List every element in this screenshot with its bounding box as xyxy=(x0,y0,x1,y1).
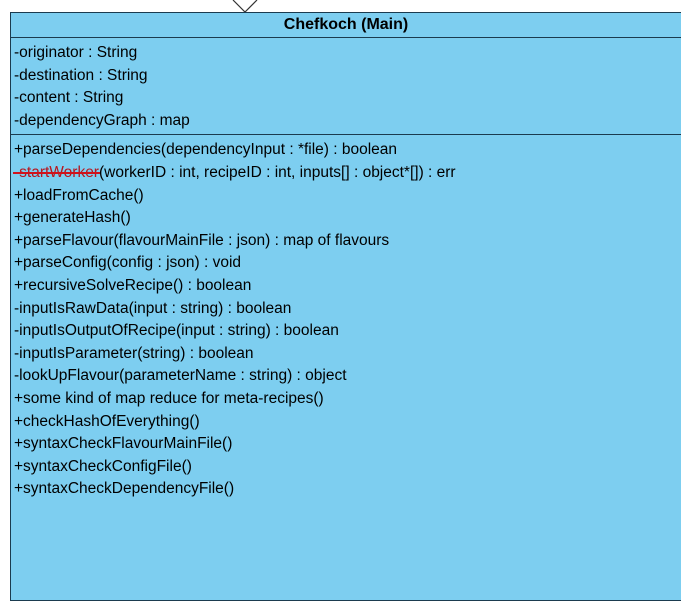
operation-look-up-flavour: -lookUpFlavour(parameterName : string) :… xyxy=(14,367,347,385)
diagram-canvas: Chefkoch (Main) -originator : String -de… xyxy=(0,0,683,601)
operation-parse-flavour: +parseFlavour(flavourMainFile : json) : … xyxy=(14,231,390,249)
attributes-compartment: -originator : String -destination : Stri… xyxy=(11,38,681,136)
operation-syntax-check-dependency-file: +syntaxCheckDependencyFile() xyxy=(14,480,235,498)
attribute-dependency-graph: -dependencyGraph : map xyxy=(14,111,190,129)
operation-syntax-check-flavour-main-file: +syntaxCheckFlavourMainFile() xyxy=(14,435,233,453)
operation-parse-config: +parseConfig(config : json) : void xyxy=(14,254,242,272)
operation-load-from-cache: +loadFromCache() xyxy=(14,186,144,204)
operation-input-is-parameter: -inputIsParameter(string) : boolean xyxy=(14,344,254,362)
attribute-originator: -originator : String xyxy=(14,44,138,61)
operation-start-worker: -startWorker(workerID : int, recipeID : … xyxy=(13,162,681,185)
operation-map-reduce-meta-recipes: +some kind of map reduce for meta-recipe… xyxy=(14,389,324,407)
operation-start-worker-signature: (workerID : int, recipeID : int, inputs[… xyxy=(98,163,456,181)
operations-compartment: +parseDependencies(dependencyInput : *fi… xyxy=(11,135,681,501)
operation-recursive-solve-recipe: +recursiveSolveRecipe() : boolean xyxy=(14,276,252,294)
operation-generate-hash: +generateHash() xyxy=(14,209,131,227)
operation-input-is-output-of-recipe: -inputIsOutputOfRecipe(input : string) :… xyxy=(14,322,339,340)
attribute-destination: -destination : String xyxy=(14,66,148,84)
struck-through-name: -startWorker xyxy=(13,162,100,185)
class-title: Chefkoch (Main) xyxy=(11,13,681,38)
uml-class-chefkoch: Chefkoch (Main) -originator : String -de… xyxy=(10,12,681,601)
operation-parse-dependencies: +parseDependencies(dependencyInput : *fi… xyxy=(14,141,398,159)
operation-syntax-check-config-file: +syntaxCheckConfigFile() xyxy=(14,457,192,475)
operation-check-hash-of-everything: +checkHashOfEverything() xyxy=(14,412,200,430)
operation-input-is-raw-data: -inputIsRawData(input : string) : boolea… xyxy=(14,299,292,317)
attribute-content: -content : String xyxy=(14,89,124,107)
